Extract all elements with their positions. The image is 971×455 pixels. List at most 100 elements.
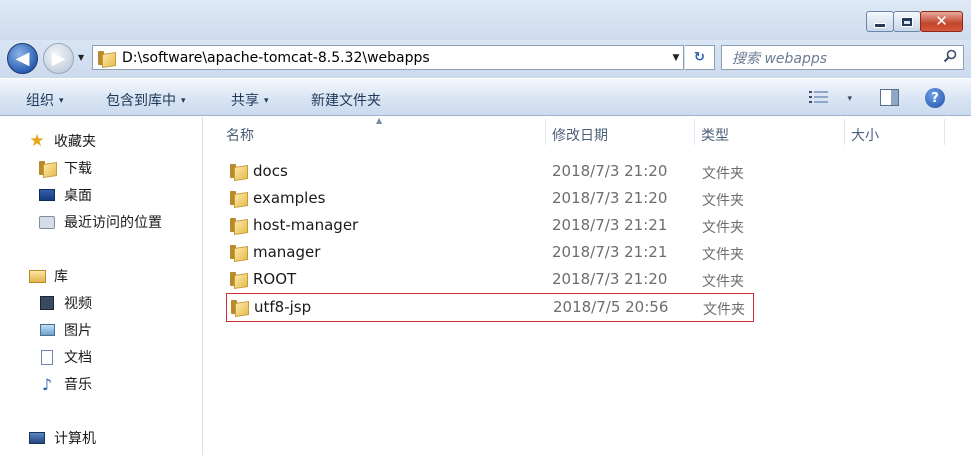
file-name: examples [253, 189, 326, 207]
folder-icon [231, 300, 247, 314]
column-header-name[interactable]: 名称 [226, 125, 254, 145]
sidebar-item-label: 计算机 [54, 431, 96, 447]
sidebar-item-label: 最近访问的位置 [64, 215, 162, 231]
sidebar-item-label: 文档 [64, 350, 92, 366]
back-arrow-icon: ◀ [15, 48, 30, 69]
computer-icon [28, 430, 46, 446]
column-header-type[interactable]: 类型 [701, 125, 729, 145]
file-name: utf8-jsp [254, 298, 312, 316]
forward-arrow-icon: ▶ [51, 48, 66, 69]
file-row[interactable]: host-manager 2018/7/3 21:21 文件夹 [226, 213, 754, 239]
close-button[interactable]: ✕ [920, 11, 963, 32]
column-divider[interactable] [944, 119, 945, 145]
maximize-button[interactable] [893, 11, 921, 32]
maximize-icon [901, 16, 913, 27]
close-icon: ✕ [935, 12, 948, 30]
chevron-down-icon: ▾ [181, 96, 186, 106]
sidebar-item-downloads[interactable]: 下载 [38, 158, 92, 178]
sidebar-item-label: 收藏夹 [54, 134, 96, 150]
sidebar-item-music[interactable]: ♪ 音乐 [38, 374, 92, 394]
organize-label: 组织 [26, 93, 54, 109]
file-row[interactable]: manager 2018/7/3 21:21 文件夹 [226, 240, 754, 266]
address-row: ◀ ▶ ▼ D:\software\apache-tomcat-8.5.32\w… [0, 40, 971, 78]
back-button[interactable]: ◀ [7, 43, 38, 74]
chevron-down-icon[interactable]: ▾ [847, 94, 852, 104]
recent-places-icon [38, 214, 56, 230]
sidebar-item-label: 桌面 [64, 188, 92, 204]
pictures-icon [38, 322, 56, 338]
star-icon: ★ [29, 131, 45, 151]
new-folder-button[interactable]: 新建文件夹 [311, 90, 381, 110]
address-path[interactable]: D:\software\apache-tomcat-8.5.32\webapps [122, 50, 669, 66]
preview-pane-button[interactable] [880, 89, 899, 106]
folder-icon [98, 50, 114, 65]
file-date: 2018/7/3 21:20 [552, 270, 668, 288]
sidebar-item-label: 库 [54, 269, 68, 285]
sidebar-item-label: 视频 [64, 296, 92, 312]
file-name: docs [253, 162, 288, 180]
refresh-icon: ↻ [694, 50, 705, 65]
file-name: host-manager [253, 216, 359, 234]
sidebar-item-pictures[interactable]: 图片 [38, 320, 92, 340]
file-row[interactable]: docs 2018/7/3 21:20 文件夹 [226, 159, 754, 185]
file-type: 文件夹 [702, 220, 744, 236]
folder-icon [230, 191, 246, 205]
sidebar-item-documents[interactable]: 文档 [38, 347, 92, 367]
sidebar-item-computer[interactable]: 计算机 [28, 428, 96, 448]
file-date: 2018/7/3 21:20 [552, 189, 668, 207]
file-date: 2018/7/5 20:56 [553, 298, 669, 316]
folder-icon [230, 245, 246, 259]
forward-button[interactable]: ▶ [43, 43, 74, 74]
help-button[interactable]: ? [925, 88, 945, 108]
column-divider[interactable] [844, 119, 845, 145]
file-name: manager [253, 243, 321, 261]
file-type: 文件夹 [702, 247, 744, 263]
downloads-folder-icon [38, 160, 56, 176]
file-type: 文件夹 [702, 193, 744, 209]
column-header-modified[interactable]: 修改日期 [552, 125, 608, 145]
sidebar-item-label: 音乐 [64, 377, 92, 393]
navigation-pane: ★ 收藏夹 下载 桌面 最近访问的位置 库 视频 图片 文档 ♪ 音乐 计算机 [0, 117, 203, 455]
column-header-size[interactable]: 大小 [851, 125, 879, 145]
libraries-icon [28, 268, 46, 284]
change-view-button[interactable]: ▾ [809, 90, 852, 108]
column-divider[interactable] [545, 119, 546, 145]
minimize-icon [874, 22, 886, 28]
file-name: ROOT [253, 270, 297, 288]
file-date: 2018/7/3 21:21 [552, 216, 668, 234]
file-date: 2018/7/3 21:20 [552, 162, 668, 180]
include-in-library-menu[interactable]: 包含到库中 ▾ [106, 90, 186, 110]
sidebar-item-videos[interactable]: 视频 [38, 293, 92, 313]
documents-icon [38, 349, 56, 365]
sidebar-item-libraries[interactable]: 库 [28, 266, 68, 286]
share-label: 共享 [231, 93, 259, 109]
chevron-down-icon: ▾ [59, 96, 64, 106]
folder-icon [230, 218, 246, 232]
minimize-button[interactable] [866, 11, 894, 32]
sidebar-item-recent-places[interactable]: 最近访问的位置 [38, 212, 162, 232]
sidebar-item-label: 图片 [64, 323, 92, 339]
search-icon[interactable] [943, 49, 963, 67]
file-row-highlighted[interactable]: utf8-jsp 2018/7/5 20:56 文件夹 [226, 293, 754, 322]
search-input[interactable]: 搜索 webapps [732, 48, 943, 68]
chevron-down-icon: ▾ [264, 96, 269, 106]
address-dropdown-icon[interactable]: ▼ [669, 53, 683, 63]
sidebar-item-favorites[interactable]: ★ 收藏夹 [28, 131, 96, 151]
folder-icon [230, 272, 246, 286]
address-bar[interactable]: D:\software\apache-tomcat-8.5.32\webapps… [92, 45, 684, 70]
refresh-button[interactable]: ↻ [685, 45, 715, 70]
organize-menu[interactable]: 组织 ▾ [26, 90, 64, 110]
share-menu[interactable]: 共享 ▾ [231, 90, 269, 110]
file-row[interactable]: examples 2018/7/3 21:20 文件夹 [226, 186, 754, 212]
file-row[interactable]: ROOT 2018/7/3 21:20 文件夹 [226, 267, 754, 293]
view-list-icon [809, 91, 828, 103]
title-bar[interactable]: ✕ [0, 0, 971, 40]
command-bar: 组织 ▾ 包含到库中 ▾ 共享 ▾ 新建文件夹 ▾ ? [0, 78, 971, 116]
recent-pages-dropdown[interactable]: ▼ [78, 53, 84, 62]
include-in-library-label: 包含到库中 [106, 93, 176, 109]
search-box[interactable]: 搜索 webapps [721, 45, 964, 70]
file-type: 文件夹 [703, 302, 745, 318]
window-controls: ✕ [866, 11, 963, 32]
sidebar-item-desktop[interactable]: 桌面 [38, 185, 92, 205]
column-divider[interactable] [694, 119, 695, 145]
